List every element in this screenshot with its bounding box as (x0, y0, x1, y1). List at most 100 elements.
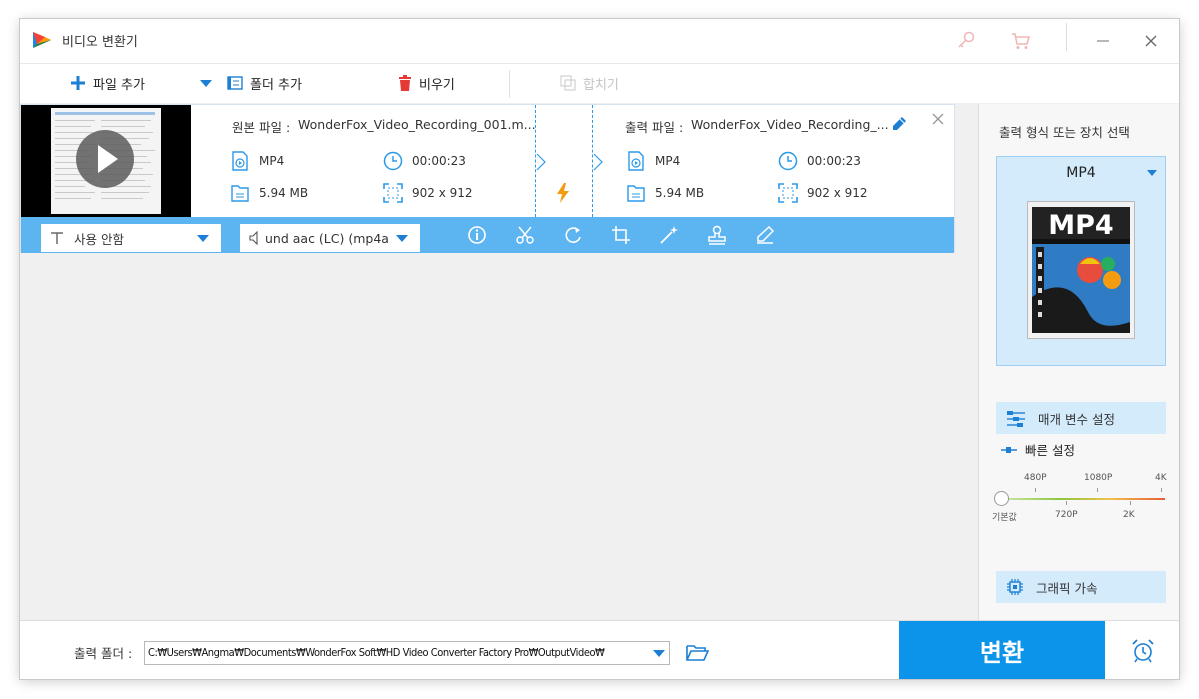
format-name: MP4 (1066, 165, 1096, 181)
chip-icon (1007, 579, 1023, 595)
gpu-acceleration-label: 그래픽 가속 (1036, 580, 1098, 596)
source-duration-value: 00:00:23 (412, 154, 466, 168)
edit-subtitle-icon[interactable] (754, 224, 776, 246)
text-icon (51, 232, 63, 244)
alarm-clock-icon[interactable] (1130, 638, 1156, 664)
key-icon[interactable] (955, 30, 977, 52)
close-icon[interactable] (1140, 30, 1162, 52)
magic-wand-icon[interactable] (658, 224, 680, 246)
edit-pencil-icon[interactable] (891, 116, 907, 132)
scissors-icon[interactable] (514, 224, 536, 246)
clock-icon (778, 151, 798, 171)
merge-label: 합치기 (583, 77, 619, 93)
output-file-name: WonderFox_Video_Recording_... (691, 117, 889, 132)
chevron-down-icon[interactable] (1147, 170, 1157, 176)
video-thumbnail[interactable] (21, 105, 191, 217)
merge-icon (560, 75, 576, 91)
speaker-icon (249, 231, 258, 245)
rotate-icon[interactable] (562, 224, 584, 246)
quality-tick (1161, 488, 1162, 492)
chevron-right-icon (536, 153, 546, 171)
window-title: 비디오 변환기 (62, 35, 138, 50)
chevron-down-icon[interactable] (653, 650, 665, 657)
play-icon[interactable] (76, 130, 134, 188)
quality-tick (1035, 488, 1036, 492)
subtitle-dropdown[interactable]: 사용 안함 (41, 224, 221, 252)
quality-label-720p: 720P (1055, 510, 1078, 520)
resolution-icon (778, 183, 798, 203)
file-list: 원본 파일 : WonderFox_Video_Recording_001.m.… (20, 104, 955, 620)
audio-value: und aac (LC) (mp4a (265, 230, 389, 246)
source-format: MP4 (230, 151, 284, 171)
chevron-down-icon (197, 235, 209, 242)
crop-icon[interactable] (610, 224, 632, 246)
video-format-icon (628, 151, 644, 171)
output-duration-value: 00:00:23 (807, 154, 861, 168)
slider-icon (1001, 446, 1017, 453)
bottom-bar: 출력 폴더 : C:₩Users₩Angma₩Documents₩WonderF… (20, 620, 1179, 679)
quality-label-1080p: 1080P (1084, 473, 1113, 483)
audio-dropdown[interactable]: und aac (LC) (mp4a (240, 224, 420, 252)
app-logo-icon (33, 32, 51, 48)
add-folder-button[interactable]: 폴더 추가 (227, 72, 302, 94)
output-folder-input[interactable]: C:₩Users₩Angma₩Documents₩WonderFox Soft₩… (144, 641, 670, 665)
merge-button[interactable]: 합치기 (560, 72, 619, 94)
lightning-icon[interactable] (556, 183, 570, 203)
add-file-dropdown-icon[interactable] (200, 80, 212, 88)
titlebar-separator (1066, 23, 1067, 51)
minimize-icon[interactable] (1092, 30, 1114, 52)
info-icon[interactable] (466, 224, 488, 246)
clear-button[interactable]: 비우기 (398, 72, 455, 94)
file-size-icon (231, 185, 249, 202)
mp4-logo-icon: MP4 (1028, 202, 1134, 338)
mp4-format-image: MP4 (1027, 201, 1135, 339)
subtitle-value: 사용 안함 (74, 231, 124, 247)
params-settings-button[interactable]: 매개 변수 설정 (996, 402, 1166, 434)
output-file-label: 출력 파일 : (625, 120, 684, 135)
video-format-icon (232, 151, 248, 171)
cart-icon[interactable] (1010, 30, 1032, 52)
quick-settings-title: 빠른 설정 (1001, 440, 1075, 459)
toolbar-separator (509, 70, 510, 98)
close-item-icon[interactable] (930, 111, 946, 127)
quality-label-2k: 2K (1123, 510, 1135, 520)
source-resolution-value: 902 x 912 (412, 186, 473, 200)
output-format-value: MP4 (655, 154, 681, 168)
add-folder-label: 폴더 추가 (250, 77, 302, 93)
watermark-stamp-icon[interactable] (706, 224, 728, 246)
quality-tick (1097, 488, 1098, 492)
quick-settings-label: 빠른 설정 (1025, 443, 1075, 458)
clock-icon (383, 151, 403, 171)
source-resolution: 902 x 912 (383, 183, 473, 203)
add-file-label: 파일 추가 (93, 77, 145, 93)
quality-slider-track[interactable] (1005, 498, 1165, 500)
output-duration: 00:00:23 (778, 151, 861, 171)
add-file-button[interactable]: 파일 추가 (70, 72, 145, 94)
source-size: 5.94 MB (230, 183, 308, 203)
file-item[interactable]: 원본 파일 : WonderFox_Video_Recording_001.m.… (20, 104, 955, 253)
format-selector[interactable]: MP4 MP4 (996, 156, 1166, 366)
title-bar: 비디오 변환기 (20, 19, 1179, 63)
quality-label-default: 기본값 (992, 513, 1017, 523)
settings-sliders-icon (1007, 411, 1025, 427)
svg-text:MP4: MP4 (1048, 210, 1113, 241)
output-format: MP4 (626, 151, 680, 171)
clear-label: 비우기 (419, 77, 455, 93)
output-resolution-value: 902 x 912 (807, 186, 868, 200)
gpu-acceleration-button[interactable]: 그래픽 가속 (996, 571, 1166, 603)
output-resolution: 902 x 912 (778, 183, 868, 203)
chevron-down-icon (396, 235, 408, 242)
quality-tick (1130, 501, 1131, 505)
open-folder-icon[interactable] (685, 643, 709, 663)
file-size-icon (627, 185, 645, 202)
source-size-value: 5.94 MB (259, 186, 309, 200)
quality-slider-knob[interactable] (994, 491, 1009, 506)
output-size-value: 5.94 MB (655, 186, 705, 200)
resolution-icon (383, 183, 403, 203)
source-file-label: 원본 파일 : (232, 120, 291, 135)
file-action-bar: 사용 안함 und aac (LC) (mp4a (21, 217, 954, 253)
convert-button[interactable]: 변환 (899, 621, 1105, 679)
trash-icon (399, 75, 411, 91)
plus-icon (71, 76, 85, 90)
params-settings-label: 매개 변수 설정 (1038, 411, 1115, 427)
